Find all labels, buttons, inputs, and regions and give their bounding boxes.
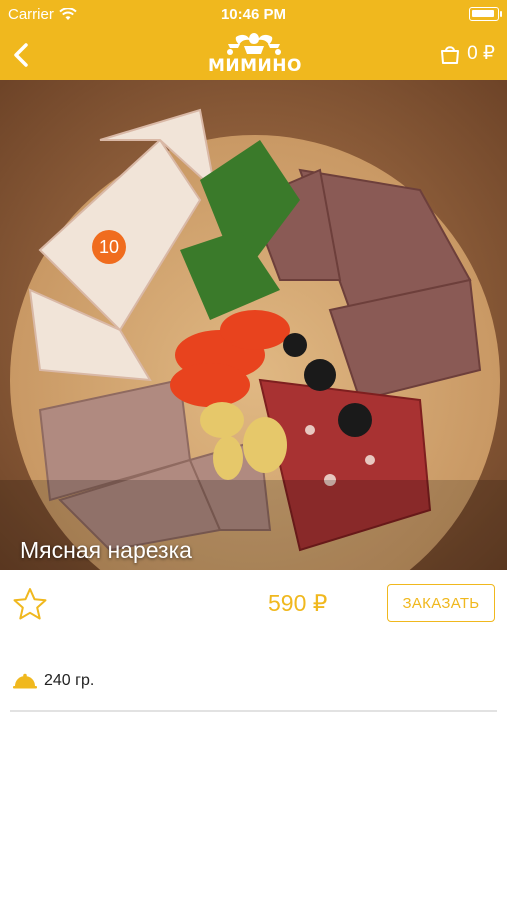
back-button[interactable]: [8, 38, 38, 72]
product-actions: 590 ₽ ЗАКАЗАТЬ: [0, 570, 507, 638]
platter-illustration: [0, 80, 507, 570]
back-icon: [14, 43, 28, 67]
product-price: 590 ₽: [268, 590, 328, 616]
status-bar: Carrier 10:46 PM: [0, 0, 507, 30]
cart-total: 0 ₽: [467, 43, 495, 64]
cart-icon: [441, 45, 460, 64]
logo-text: МИМИНО: [208, 56, 302, 76]
cart-button[interactable]: 0 ₽: [439, 42, 495, 65]
dish-icon: [13, 673, 37, 689]
weight-info: 240 гр.: [12, 672, 94, 690]
quantity-badge: 10: [92, 230, 126, 264]
nav-bar: МИМИНО 0 ₽: [0, 30, 507, 80]
product-title: Мясная нарезка: [20, 537, 192, 563]
favorite-button[interactable]: [12, 586, 48, 622]
divider: [10, 710, 497, 712]
order-button[interactable]: ЗАКАЗАТЬ: [387, 584, 495, 622]
star-icon: [13, 588, 47, 620]
status-time: 10:46 PM: [220, 6, 287, 23]
product-photo: 10 Мясная нарезка: [0, 80, 507, 570]
weight-label: 240 гр.: [44, 672, 95, 689]
battery-icon: [469, 7, 502, 21]
brand-logo: МИМИНО: [208, 30, 302, 78]
